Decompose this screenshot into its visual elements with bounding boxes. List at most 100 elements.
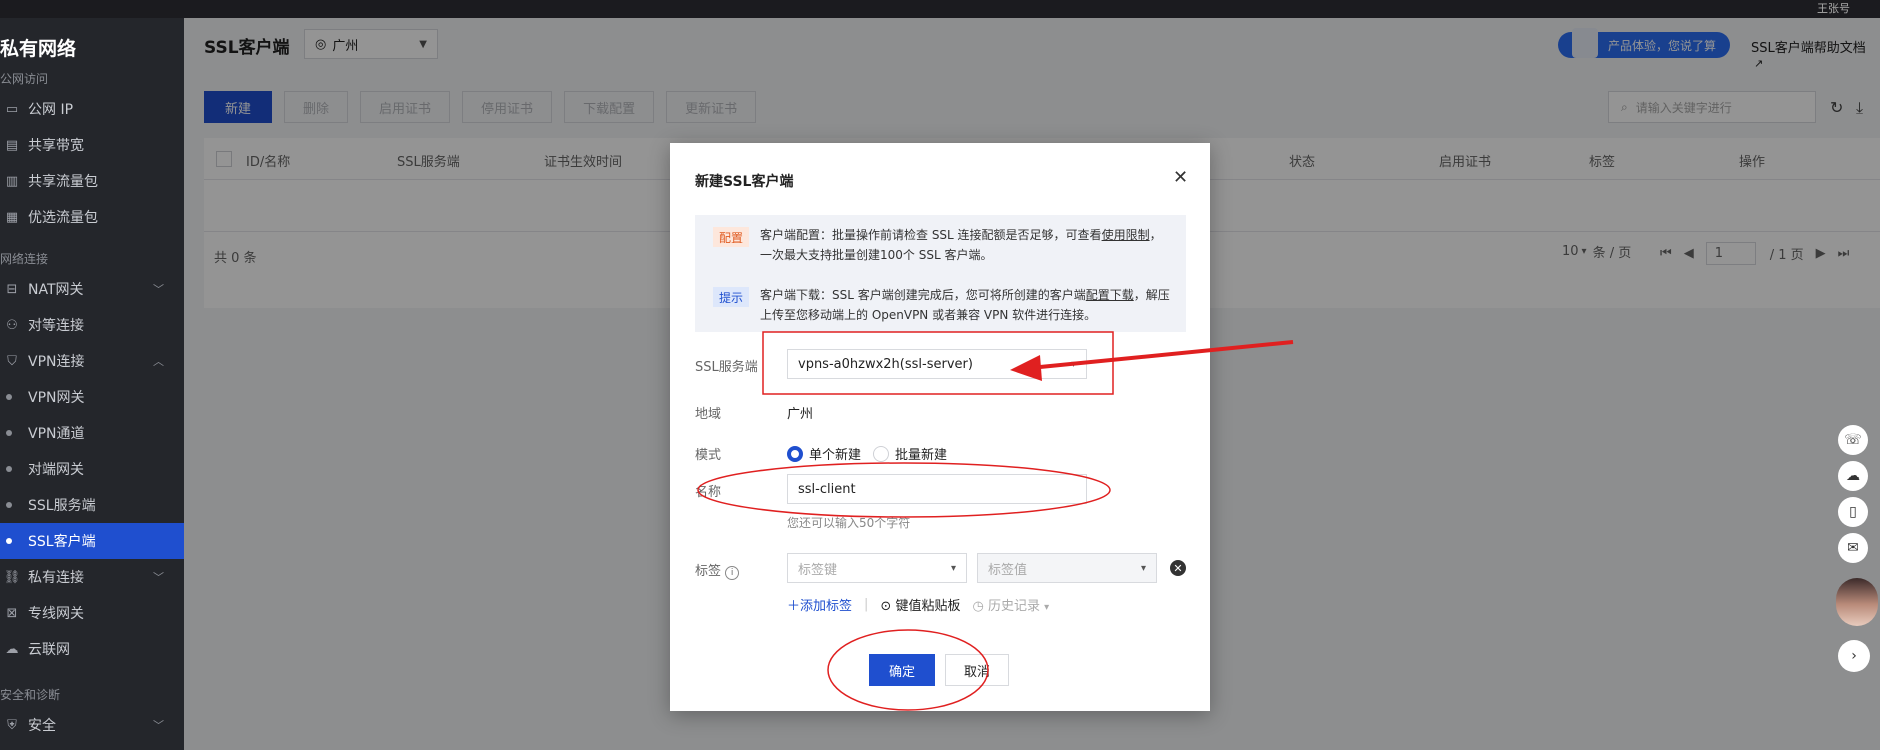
ccn-icon: ☁ <box>5 641 19 657</box>
history-button[interactable]: ◷ 历史记录 ▾ <box>972 595 1049 614</box>
bullet-icon <box>6 538 12 544</box>
sidebar-item-preferred-traffic[interactable]: ▦ 优选流量包 <box>0 199 184 235</box>
mode-single-label: 单个新建 <box>809 448 862 463</box>
sidebar-item-label: VPN通道 <box>28 426 85 442</box>
confirm-button[interactable]: 确定 <box>869 654 935 686</box>
tag-label: 标签 i <box>695 560 740 580</box>
sidebar-item-label: VPN网关 <box>28 390 85 406</box>
sidebar-item-label: 私有连接 <box>28 570 84 586</box>
config-notice-text: 客户端配置：批量操作前请检查 SSL 连接配额是否足够，可查看使用限制，一次最大… <box>760 225 1170 265</box>
chevron-down-icon: ▾ <box>1070 358 1076 370</box>
tag-value-select[interactable]: 标签值 ▾ <box>977 553 1157 583</box>
info-icon[interactable]: i <box>725 566 740 580</box>
dc-gateway-icon: ⊠ <box>6 605 18 621</box>
create-ssl-client-dialog: 新建SSL客户端 ✕ 配置 客户端配置：批量操作前请检查 SSL 连接配额是否足… <box>670 143 1210 711</box>
sidebar-item-security[interactable]: ⛨ 安全 ﹀ <box>0 707 184 743</box>
divider: | <box>864 597 869 612</box>
sidebar-item-peering[interactable]: ⚇ 对等连接 <box>0 307 184 343</box>
user-name[interactable]: 王张号 <box>1817 0 1850 16</box>
sidebar-item-ssl-client[interactable]: SSL客户端 <box>0 523 184 559</box>
nat-icon: ⊟ <box>6 281 18 297</box>
tip-text: 客户端下载：SSL 客户端创建完成后，您可将所创建的客户端 <box>760 288 1086 302</box>
shield-icon: ⛨ <box>7 717 17 733</box>
ip-icon: ▭ <box>5 101 19 117</box>
name-input[interactable]: ssl-client <box>787 474 1087 504</box>
region-value: 广州 <box>787 407 814 422</box>
sidebar-item-ccn[interactable]: ☁ 云联网 <box>0 631 184 667</box>
sidebar-item-label: 对等连接 <box>28 318 84 334</box>
sidebar-item-vpn[interactable]: ⛉ VPN连接 ︿ <box>0 343 184 379</box>
private-link-icon: ⛓ <box>3 569 21 585</box>
name-label: 名称 <box>695 485 722 500</box>
sidebar-group-public: 公网访问 <box>0 72 49 86</box>
tag-key-select[interactable]: 标签键 ▾ <box>787 553 967 583</box>
usage-limit-link[interactable]: 使用限制 <box>1102 228 1150 242</box>
tag-value-placeholder: 标签值 <box>988 562 1028 578</box>
sidebar-item-public-ip[interactable]: ▭ 公网 IP <box>0 91 184 127</box>
sidebar-item-private-link[interactable]: ⛓ 私有连接 ﹀ <box>0 559 184 595</box>
sidebar-item-ssl-server[interactable]: SSL服务端 <box>0 487 184 523</box>
radio-unchecked-icon <box>873 445 889 462</box>
sidebar-item-vpn-gateway[interactable]: VPN网关 <box>0 379 184 415</box>
sidebar-item-label: 对端网关 <box>28 462 84 478</box>
sidebar-item-label: 专线网关 <box>28 606 84 622</box>
traffic-package-icon: ▥ <box>5 173 19 189</box>
cloud-upload-icon[interactable]: ☁ <box>1838 461 1868 491</box>
paste-label: 键值粘贴板 <box>895 599 961 614</box>
sidebar-item-shared-traffic[interactable]: ▥ 共享流量包 <box>0 163 184 199</box>
sidebar-item-label: VPN连接 <box>28 354 85 370</box>
chevron-right-icon[interactable]: › <box>1838 640 1870 672</box>
preferred-package-icon: ▦ <box>5 209 19 225</box>
mode-batch-label: 批量新建 <box>895 448 948 463</box>
sidebar-item-shared-bandwidth[interactable]: ▤ 共享带宽 <box>0 127 184 163</box>
peering-icon: ⚇ <box>6 317 18 333</box>
tag-key-placeholder: 标签键 <box>798 562 838 578</box>
sidebar-item-nat[interactable]: ⊟ NAT网关 ﹀ <box>0 271 184 307</box>
name-hint: 您还可以输入50个字符 <box>787 516 911 530</box>
dialog-title: 新建SSL客户端 <box>695 174 794 190</box>
chevron-down-icon: ▾ <box>1140 562 1146 574</box>
notice-box: 配置 客户端配置：批量操作前请检查 SSL 连接配额是否足够，可查看使用限制，一… <box>695 215 1186 332</box>
name-value: ssl-client <box>798 481 856 497</box>
sidebar-item-label: SSL客户端 <box>28 534 96 550</box>
sidebar-group-security: 安全和诊断 <box>0 688 61 702</box>
sidebar-item-dc-gateway[interactable]: ⊠ 专线网关 <box>0 595 184 631</box>
ssl-server-select[interactable]: vpns-a0hzwx2h(ssl-server) ▾ <box>787 349 1087 379</box>
chevron-up-icon: ︿ <box>153 355 164 368</box>
mode-single-radio[interactable]: 单个新建 <box>787 444 861 463</box>
assistant-avatar[interactable] <box>1836 578 1878 626</box>
chat-icon[interactable]: ✉ <box>1838 533 1868 563</box>
remove-tag-icon[interactable]: ✕ <box>1170 560 1186 576</box>
mode-batch-radio[interactable]: 批量新建 <box>873 444 947 463</box>
config-download-link[interactable]: 配置下载 <box>1086 288 1134 302</box>
sidebar-item-label: 公网 IP <box>28 102 74 118</box>
bullet-icon <box>6 430 12 436</box>
close-icon[interactable]: ✕ <box>1173 167 1188 188</box>
sidebar-item-label: 共享带宽 <box>28 138 84 154</box>
history-icon: ◷ <box>972 599 984 614</box>
bullet-icon <box>6 502 12 508</box>
paste-board-button[interactable]: ⊙ 键值粘贴板 <box>880 595 960 614</box>
customer-service-icon[interactable]: ☏ <box>1838 425 1868 455</box>
vpn-icon: ⛉ <box>7 353 17 369</box>
sidebar-item-label: SSL服务端 <box>28 498 96 514</box>
tip-notice-text: 客户端下载：SSL 客户端创建完成后，您可将所创建的客户端配置下载，解压上传至您… <box>760 285 1170 325</box>
history-label: 历史记录 <box>987 599 1040 614</box>
tag-label-text: 标签 <box>695 564 722 579</box>
add-tag-label: 添加标签 <box>800 599 853 614</box>
config-text: 客户端配置：批量操作前请检查 SSL 连接配额是否足够，可查看 <box>760 228 1102 242</box>
radio-checked-icon <box>787 445 803 462</box>
sidebar-item-label: 共享流量包 <box>28 174 98 190</box>
book-icon[interactable]: ▯ <box>1838 497 1868 527</box>
sidebar-item-label: 优选流量包 <box>28 210 98 226</box>
tip-badge: 提示 <box>713 287 749 307</box>
chevron-down-icon: ﹀ <box>153 719 164 732</box>
add-tag-button[interactable]: ＋添加标签 <box>787 595 852 614</box>
sidebar-item-customer-gateway[interactable]: 对端网关 <box>0 451 184 487</box>
chevron-down-icon: ▾ <box>1044 602 1050 613</box>
ssl-server-value: vpns-a0hzwx2h(ssl-server) <box>798 356 973 372</box>
chevron-down-icon: ﹀ <box>153 283 164 296</box>
sidebar-item-vpn-tunnel[interactable]: VPN通道 <box>0 415 184 451</box>
bullet-icon <box>6 466 12 472</box>
cancel-button[interactable]: 取消 <box>945 654 1009 686</box>
